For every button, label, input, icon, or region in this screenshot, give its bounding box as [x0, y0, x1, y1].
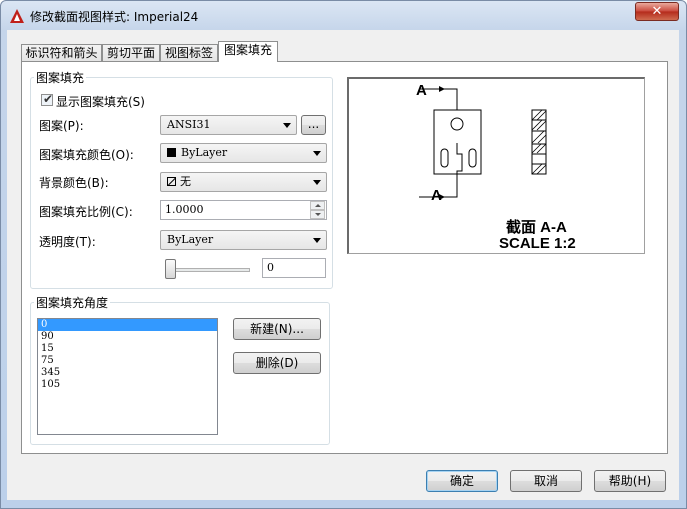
transparency-slider-track[interactable] [170, 268, 250, 272]
section-view-drawing [419, 86, 547, 200]
section-preview: A A 截面 A-A SCALE 1:2 [347, 77, 645, 254]
delete-angle-button[interactable]: 删除(D) [233, 352, 321, 374]
window-title: 修改截面视图样式: Imperial24 [30, 10, 199, 24]
help-button[interactable]: 帮助(H) [594, 470, 666, 492]
transparency-label: 透明度(T): [39, 235, 96, 249]
pattern-browse-button[interactable]: ... [301, 115, 326, 135]
chevron-down-icon [313, 238, 321, 243]
hatch-color-label: 图案填充颜色(O): [39, 148, 134, 162]
pattern-label: 图案(P): [39, 119, 84, 133]
no-color-icon [167, 177, 176, 186]
hatch-scale-input[interactable]: 1.0000 [160, 200, 327, 220]
spin-down-icon[interactable] [310, 210, 325, 219]
list-item[interactable]: 75 [38, 355, 217, 367]
hatch-scale-spinner[interactable] [310, 201, 325, 219]
pattern-value: ANSI31 [167, 118, 211, 131]
chevron-down-icon [283, 123, 291, 128]
cancel-button[interactable]: 取消 [510, 470, 582, 492]
hatch-group-title: 图案填充 [34, 69, 87, 86]
tab-identifiers-arrows[interactable]: 标识符和箭头 [21, 44, 102, 62]
preview-caption-line1: 截面 A-A [506, 219, 567, 236]
ok-button[interactable]: 确定 [426, 470, 498, 492]
close-button[interactable]: ✕ [635, 2, 679, 21]
background-color-label: 背景颜色(B): [39, 176, 109, 190]
list-item[interactable]: 90 [38, 331, 217, 343]
hatch-scale-value: 1.0000 [165, 203, 204, 216]
list-item[interactable]: 0 [38, 319, 217, 331]
transparency-combo[interactable]: ByLayer [160, 230, 327, 250]
list-item[interactable]: 105 [38, 379, 217, 391]
transparency-value: ByLayer [167, 233, 214, 246]
list-item[interactable]: 15 [38, 343, 217, 355]
hatch-scale-label: 图案填充比例(C): [39, 205, 133, 219]
autocad-logo-icon [10, 9, 24, 23]
title-bar[interactable]: 修改截面视图样式: Imperial24 ✕ [1, 1, 686, 31]
pattern-combo[interactable]: ANSI31 [160, 115, 297, 135]
angle-group-title: 图案填充角度 [34, 294, 111, 311]
check-icon: ✔ [43, 92, 54, 106]
hatch-color-value: ByLayer [181, 146, 228, 159]
color-swatch-icon [167, 148, 176, 157]
chevron-down-icon [313, 180, 321, 185]
background-color-value: 无 [180, 175, 191, 188]
show-hatch-checkbox[interactable]: ✔ [41, 92, 54, 106]
chevron-down-icon [313, 151, 321, 156]
tab-view-label[interactable]: 视图标签 [160, 44, 218, 62]
transparency-slider-value: 0 [267, 261, 274, 274]
transparency-slider-thumb[interactable] [165, 259, 176, 279]
hatch-color-combo[interactable]: ByLayer [160, 143, 327, 163]
tab-hatch[interactable]: 图案填充 [218, 41, 278, 62]
preview-bottom-label: A [431, 187, 442, 204]
preview-caption-line2: SCALE 1:2 [499, 235, 576, 252]
background-color-combo[interactable]: 无 [160, 172, 327, 192]
preview-top-label: A [416, 82, 427, 99]
spin-up-icon[interactable] [310, 201, 325, 210]
new-angle-button[interactable]: 新建(N)... [233, 318, 321, 340]
angle-list[interactable]: 0 90 15 75 345 105 [37, 318, 218, 435]
list-item[interactable]: 345 [38, 367, 217, 379]
show-hatch-label: 显示图案填充(S) [56, 95, 145, 109]
tab-cutting-plane[interactable]: 剪切平面 [102, 44, 160, 62]
transparency-input[interactable]: 0 [262, 258, 326, 278]
